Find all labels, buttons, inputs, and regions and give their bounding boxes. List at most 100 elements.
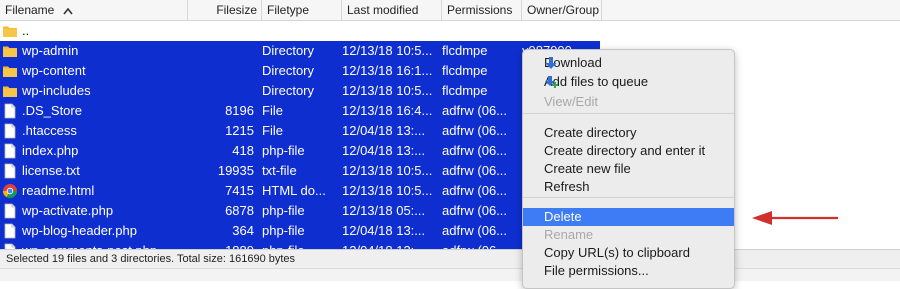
cell-filetype: php-file [262, 241, 340, 249]
chrome-icon [2, 184, 18, 199]
column-filesize-label: Filesize [216, 3, 257, 17]
menu-item-file-permissions[interactable]: File permissions... [523, 262, 734, 280]
cell-filesize: 8196 [225, 103, 254, 118]
cell-filesize: 19935 [217, 163, 254, 178]
table-row[interactable]: readme.html 7415 HTML do... 12/13/18 10:5..… [0, 181, 600, 201]
context-menu: Download Add files to queue View/Edit Creat… [522, 49, 735, 289]
menu-item-create-directory[interactable]: Create directory [523, 124, 734, 142]
table-row[interactable]: .htaccess 1215 File 12/04/18 13:... adfrw (0… [0, 121, 600, 141]
cell-filesize [188, 41, 254, 61]
cell-filename: wp-blog-header.php [22, 223, 137, 238]
cell-filesize: 418 [232, 143, 254, 158]
cell-filetype: File [262, 103, 283, 118]
file-icon [4, 203, 16, 219]
column-filesize[interactable]: Filesize [188, 0, 262, 20]
cell-last-modified: 12/04/18 13:... [342, 123, 426, 138]
cell-permissions: flcdmpe [442, 43, 488, 58]
menu-item-refresh[interactable]: Refresh [523, 178, 734, 196]
cell-last-modified: 12/13/18 10:5... [342, 183, 433, 198]
cell-permissions: adfrw (06... [442, 223, 508, 238]
cell-last-modified: 12/04/18 13:... [342, 241, 440, 249]
cell-filesize [188, 81, 254, 101]
table-row[interactable]: index.php 418 php-file 12/04/18 13:... adfrw… [0, 141, 600, 161]
menu-item-label: Create new file [544, 161, 631, 176]
menu-item-rename: Rename [523, 226, 734, 244]
menu-item-label: Delete [544, 209, 582, 224]
cell-last-modified: 12/13/18 10:5... [342, 43, 433, 58]
file-icon [4, 143, 16, 159]
column-owner-group-label: Owner/Group [527, 3, 600, 17]
cell-last-modified: 12/13/18 10:5... [342, 163, 433, 178]
menu-item-label: Create directory and enter it [544, 143, 706, 158]
table-row[interactable]: wp-admin Directory 12/13/18 10:5... flcdmpe… [0, 41, 600, 61]
cell-filetype: Directory [262, 63, 315, 78]
menu-item-copy-url-s-to-clipboard[interactable]: Copy URL(s) to clipboard [523, 244, 734, 262]
cell-filetype: HTML do... [262, 183, 326, 198]
cell-last-modified: 12/13/18 16:4... [342, 103, 433, 118]
table-row[interactable]: wp-activate.php 6878 php-file 12/13/18 05:.… [0, 201, 600, 221]
folder-icon [3, 26, 17, 37]
file-icon [4, 163, 16, 179]
column-permissions[interactable]: Permissions [442, 0, 522, 20]
table-row[interactable]: wp-content Directory 12/13/18 16:1... flcdm… [0, 61, 600, 81]
cell-filename: wp-comments-post.php [22, 241, 184, 249]
cell-filetype: php-file [262, 143, 305, 158]
cell-filesize [188, 61, 254, 81]
menu-item-delete[interactable]: Delete [523, 208, 734, 226]
file-list-header: Filename Filesize Filetype Last modified… [0, 0, 900, 21]
parent-directory-row[interactable]: .. [0, 21, 600, 41]
cell-permissions: adfrw (06... [442, 103, 508, 118]
menu-item-view-edit: View/Edit [523, 93, 734, 111]
cell-filename: wp-admin [22, 43, 79, 58]
cell-filesize: 1889 [188, 241, 254, 249]
bottom-panel-edge [0, 268, 900, 281]
sort-ascending-icon [63, 7, 73, 15]
menu-item-label: Rename [544, 227, 594, 242]
cell-filetype: Directory [262, 83, 315, 98]
cell-filetype: File [262, 123, 283, 138]
column-owner-group[interactable]: Owner/Group [522, 0, 602, 20]
file-icon [4, 103, 16, 119]
cell-filetype: Directory [262, 43, 315, 58]
column-filename[interactable]: Filename [0, 0, 188, 20]
folder-icon [3, 46, 17, 57]
cell-filename: .DS_Store [22, 103, 82, 118]
cell-filename: .htaccess [22, 123, 77, 138]
download-icon [545, 57, 557, 69]
status-text: Selected 19 files and 3 directories. Tot… [6, 253, 296, 265]
menu-item-create-directory-and-enter-it[interactable]: Create directory and enter it [523, 142, 734, 160]
cell-last-modified: 12/13/18 10:5... [342, 83, 433, 98]
menu-item-label: Refresh [544, 179, 590, 194]
table-row[interactable]: wp-blog-header.php 364 php-file 12/04/18 13… [0, 221, 600, 241]
cell-permissions: adfrw (06... [442, 203, 508, 218]
cell-filename: readme.html [22, 183, 95, 198]
table-row[interactable]: license.txt 19935 txt-file 12/13/18 10:5...… [0, 161, 600, 181]
table-row[interactable]: .DS_Store 8196 File 12/13/18 16:4... adfrw (… [0, 101, 600, 121]
cell-permissions: adfrw (06... [442, 163, 508, 178]
menu-item-add-files-to-queue[interactable]: Add files to queue [523, 73, 734, 91]
cell-filetype: php-file [262, 223, 305, 238]
menu-item-label: Create directory [544, 125, 637, 140]
folder-icon [3, 86, 17, 97]
menu-separator [523, 197, 734, 198]
column-last-modified[interactable]: Last modified [342, 0, 442, 20]
cell-permissions: adfrw (06... [442, 143, 508, 158]
status-bar: Selected 19 files and 3 directories. Tot… [0, 249, 900, 268]
cell-permissions: adfrw (06... [442, 123, 508, 138]
table-row[interactable]: wp-comments-post.php 1889 php-file12/04/18… [0, 241, 600, 249]
cell-permissions: adfrw (06... [442, 241, 520, 249]
menu-item-create-new-file[interactable]: Create new file [523, 160, 734, 178]
cell-last-modified: 12/13/18 16:1... [342, 63, 433, 78]
column-filename-label: Filename [5, 3, 55, 17]
menu-item-label: File permissions... [544, 263, 649, 278]
cell-filename: wp-content [22, 63, 86, 78]
column-filetype[interactable]: Filetype [262, 0, 342, 20]
cell-filesize: 6878 [225, 203, 254, 218]
menu-item-download[interactable]: Download [523, 54, 734, 72]
table-row[interactable]: wp-includes Directory 12/13/18 10:5... flcd… [0, 81, 600, 101]
cell-filetype: txt-file [262, 163, 297, 178]
cell-permissions: flcdmpe [442, 63, 488, 78]
cell-filename: wp-includes [22, 83, 91, 98]
parent-directory-label: .. [22, 23, 30, 38]
annotation-arrow-icon [752, 211, 838, 225]
